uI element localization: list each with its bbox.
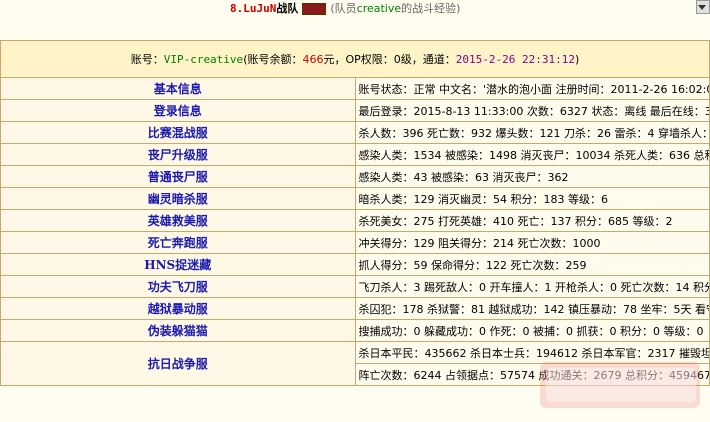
row-jailbreak: 越狱暴动服 杀囚犯：178 杀狱警：81 越狱成功：142 镇压暴动：78 坐牢：… xyxy=(0,297,710,320)
account-date: 2015-2-26 22:31:12 xyxy=(455,53,575,66)
stats-table: 账号：VIP-creative(账号余额：466元，OP权限：0级，通道：201… xyxy=(0,40,710,386)
row-value: 杀囚犯：178 杀狱警：81 越狱成功：142 镇压暴动：78 坐牢：5天 看守… xyxy=(354,297,710,320)
row-anti-japan-1: 抗日战争服 杀日本平民：435662 杀日本士兵：194612 杀日本军官：231… xyxy=(0,341,710,386)
account-summary: 账号：VIP-creative(账号余额：466元，OP权限：0级，通道：201… xyxy=(0,40,710,78)
row-zombie-upgrade: 丧尸升级服 感染人类：1534 被感染：1498 消灭丧尸：10034 杀死人类：… xyxy=(0,143,710,166)
row-value: 杀人数：396 死亡数：932 爆头数：121 刀杀：26 雷杀：4 穿墙杀人：… xyxy=(354,121,710,144)
chevron-down-icon xyxy=(698,5,706,10)
player-title: 8.LuJuN战队 (队员creative的战斗经验) xyxy=(230,0,460,16)
row-mixed-battle: 比赛混战服 杀人数：396 死亡数：932 爆头数：121 刀杀：26 雷杀：4 … xyxy=(0,121,710,144)
row-value: 暗杀人类：129 消灭幽灵：54 积分：183 等级：6 xyxy=(354,187,710,210)
op-level: 0级 xyxy=(393,53,412,66)
row-label: 英雄救美服 xyxy=(0,209,356,232)
row-label: 抗日战争服 xyxy=(0,341,356,386)
account-balance: 466 xyxy=(302,53,324,66)
row-label: 基本信息 xyxy=(0,77,356,100)
row-kungfu-knife: 功夫飞刀服 飞刀杀人：3 踢死敌人：0 开车撞人：1 开枪杀人：0 死亡次数：14… xyxy=(0,275,710,298)
row-hero-rescue: 英雄救美服 杀死美女：275 打死英雄：410 死亡：137 积分：685 等级：… xyxy=(0,209,710,232)
scroll-button[interactable] xyxy=(696,0,710,14)
row-prop-hunt: 伪装躲猫猫 搜捕成功：0 躲藏成功：0 作死：0 被捕：0 抓获：0 积分：0 等… xyxy=(0,319,710,342)
row-label: 普通丧尸服 xyxy=(0,165,356,188)
account-row: 账号：VIP-creative(账号余额：466元，OP权限：0级，通道：201… xyxy=(0,40,710,78)
row-value: 账号状态：正常 中文名：'潜水的泡小面 注册时间：2011-2-26 16:02… xyxy=(354,77,710,100)
row-value: 感染人类：1534 被感染：1498 消灭丧尸：10034 杀死人类：636 总… xyxy=(354,143,710,166)
row-basic-info: 基本信息 账号状态：正常 中文名：'潜水的泡小面 注册时间：2011-2-26 1… xyxy=(0,77,710,100)
player-rank-name: 8.LuJuN xyxy=(230,2,277,15)
account-name: VIP-creative xyxy=(163,53,244,66)
row-value: 杀死美女：275 打死英雄：410 死亡：137 积分：685 等级：2 xyxy=(354,209,710,232)
row-hide-and-seek: HNS捉迷藏 抓人得分：59 保命得分：122 死亡次数：259 xyxy=(0,253,710,276)
clan-flag-icon xyxy=(302,3,327,15)
row-label: 登录信息 xyxy=(0,99,356,122)
row-death-run: 死亡奔跑服 冲关得分：129 阻关得分：214 死亡次数：1000 xyxy=(0,231,710,254)
row-label: HNS捉迷藏 xyxy=(0,253,356,276)
row-value: 感染人类：43 被感染：63 消灭丧尸：362 xyxy=(354,165,710,188)
row-value: 冲关得分：129 阻关得分：214 死亡次数：1000 xyxy=(354,231,710,254)
row-label: 功夫飞刀服 xyxy=(0,275,356,298)
row-value: 抓人得分：59 保命得分：122 死亡次数：259 xyxy=(354,253,710,276)
row-label: 伪装躲猫猫 xyxy=(0,319,356,342)
team-label: 战队 xyxy=(276,2,299,15)
member-note: (队员creative的战斗经验) xyxy=(330,2,461,15)
row-label: 越狱暴动服 xyxy=(0,297,356,320)
row-label: 幽灵暗杀服 xyxy=(0,187,356,210)
row-login-info: 登录信息 最后登录：2015-8-13 11:33:00 次数：6327 状态：离… xyxy=(0,99,710,122)
watermark-logo xyxy=(540,362,700,408)
row-ghost-assassin: 幽灵暗杀服 暗杀人类：129 消灭幽灵：54 积分：183 等级：6 xyxy=(0,187,710,210)
page-header: 8.LuJuN战队 (队员creative的战斗经验) xyxy=(0,0,710,38)
row-zombie-normal: 普通丧尸服 感染人类：43 被感染：63 消灭丧尸：362 xyxy=(0,165,710,188)
row-label: 死亡奔跑服 xyxy=(0,231,356,254)
row-value: 飞刀杀人：3 踢死敌人：0 开车撞人：1 开枪杀人：0 死亡次数：14 积分：4… xyxy=(354,275,710,298)
row-value: 杀日本平民：435662 杀日本士兵：194612 杀日本军官：2317 摧毁坦… xyxy=(354,341,710,364)
row-label: 丧尸升级服 xyxy=(0,143,356,166)
row-value[interactable]: 最后登录：2015-8-13 11:33:00 次数：6327 状态：离线 最后… xyxy=(354,99,710,122)
row-value: 搜捕成功：0 躲藏成功：0 作死：0 被捕：0 抓获：0 积分：0 等级：0 xyxy=(354,319,710,342)
row-label: 比赛混战服 xyxy=(0,121,356,144)
